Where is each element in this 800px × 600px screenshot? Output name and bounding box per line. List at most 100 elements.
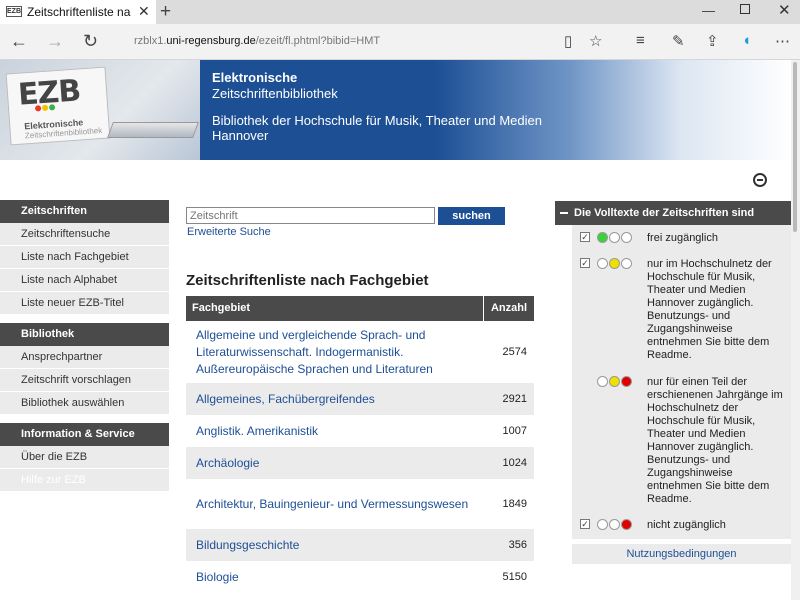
url-prefix: rzblx1.	[134, 35, 167, 47]
url-field[interactable]: rzblx1.uni-regensburg.de/ezeit/fl.phtml?…	[134, 35, 380, 47]
refresh-icon[interactable]: ↻	[83, 31, 98, 52]
collapse-icon[interactable]	[753, 173, 767, 187]
legend-partial: nur für einen Teil der erschienenen Jahr…	[647, 376, 783, 505]
sidebar-item-hilfe[interactable]: Hilfe zur EZB	[0, 469, 169, 492]
sidebar-nav: Zeitschriften Zeitschriftensuche Liste n…	[0, 200, 169, 492]
back-icon[interactable]: ←	[10, 31, 28, 52]
light-off	[597, 519, 608, 530]
sidebar-item-neue-titel[interactable]: Liste neuer EZB-Titel	[0, 292, 169, 315]
table-row: Bildungsgeschichte 356	[186, 529, 534, 561]
tab-close-icon[interactable]: ✕	[138, 3, 150, 20]
maximize-icon[interactable]	[740, 4, 750, 14]
subject-link[interactable]: Archäologie	[186, 455, 484, 472]
legend-panel: ✓ frei zugänglich ✓ nur im Hochschulnetz…	[572, 225, 791, 539]
light-off	[597, 258, 608, 269]
subject-link[interactable]: Architektur, Bauingenieur- und Vermessun…	[186, 496, 484, 513]
subject-count: 2921	[502, 393, 527, 405]
light-off	[621, 232, 632, 243]
tab-title: Zeitschriftenliste nach F	[27, 5, 131, 19]
table-row: Biologie 5150	[186, 561, 534, 593]
ezb-logo[interactable]: EZB Elektronische Zeitschriftenbibliothe…	[5, 66, 111, 146]
web-note-icon[interactable]: ✎	[672, 32, 685, 50]
library-name: Bibliothek der Hochschule für Musik, The…	[212, 113, 542, 143]
subject-table: Fachgebiet Anzahl Allgemeine und verglei…	[186, 296, 534, 593]
legend-none: nicht zugänglich	[647, 519, 726, 531]
traffic-light-partial	[597, 374, 633, 392]
subject-count: 1024	[502, 457, 527, 469]
url-path: /ezeit/fl.phtml?bibid=HMT	[255, 35, 381, 47]
filter-checkbox-free[interactable]: ✓	[580, 232, 590, 242]
table-row: Archäologie 1024	[186, 447, 534, 479]
sidebar-heading-information: Information & Service	[0, 423, 169, 446]
subject-count: 2574	[502, 346, 527, 358]
subject-count: 1007	[502, 425, 527, 437]
table-row: Architektur, Bauingenieur- und Vermessun…	[186, 479, 534, 529]
sidebar-item-ansprechpartner[interactable]: Ansprechpartner	[0, 346, 169, 369]
logo-dots	[34, 97, 56, 116]
banner-subtitle: Zeitschriftenbibliothek	[212, 86, 338, 101]
sidebar-item-zeitschriftensuche[interactable]: Zeitschriftensuche	[0, 223, 169, 246]
sidebar-heading-bibliothek: Bibliothek	[0, 323, 169, 346]
filter-checkbox-none[interactable]: ✓	[580, 519, 590, 529]
scroll-thumb[interactable]	[793, 62, 797, 232]
light-off	[609, 232, 620, 243]
sidebar-item-bibliothek-auswaehlen[interactable]: Bibliothek auswählen	[0, 392, 169, 415]
table-row: Allgemeine und vergleichende Sprach- und…	[186, 321, 534, 383]
subject-count: 1849	[502, 498, 527, 510]
new-tab-icon[interactable]: +	[160, 1, 171, 23]
address-bar: ← → ↻ rzblx1.uni-regensburg.de/ezeit/fl.…	[0, 24, 800, 60]
url-domain: uni-regensburg.de	[166, 35, 256, 47]
favicon-icon: EZB	[6, 6, 22, 17]
light-yellow	[609, 376, 620, 387]
extension-icon[interactable]: ◖	[742, 32, 751, 49]
sidebar-heading-zeitschriften: Zeitschriften	[0, 200, 169, 223]
advanced-search-link[interactable]: Erweiterte Suche	[187, 226, 271, 238]
hub-icon[interactable]: ≡	[636, 32, 645, 49]
light-green	[597, 232, 608, 243]
page-title: Zeitschriftenliste nach Fachgebiet	[186, 272, 429, 289]
light-red	[621, 519, 632, 530]
banner-title: Elektronische	[212, 70, 298, 85]
sidebar-item-liste-alphabet[interactable]: Liste nach Alphabet	[0, 269, 169, 292]
sidebar-item-ueber-ezb[interactable]: Über die EZB	[0, 446, 169, 469]
subject-count: 5150	[502, 571, 527, 583]
legend-campus: nur im Hochschulnetz der Hochschule für …	[647, 258, 772, 361]
reading-view-icon[interactable]: ▯	[564, 32, 572, 50]
light-off	[609, 519, 620, 530]
legend-heading: Die Volltexte der Zeitschriften sind	[574, 207, 755, 219]
forward-icon[interactable]: →	[46, 31, 64, 52]
share-icon[interactable]: ⇪	[706, 32, 719, 50]
sidebar-item-zeitschrift-vorschlagen[interactable]: Zeitschrift vorschlagen	[0, 369, 169, 392]
scrollbar[interactable]	[791, 60, 800, 600]
minimize-icon[interactable]: —	[702, 3, 715, 18]
search-button[interactable]: suchen	[438, 207, 505, 225]
close-window-icon[interactable]: ✕	[778, 1, 791, 19]
collapse-minus-icon[interactable]	[560, 212, 568, 215]
legend-free: frei zugänglich	[647, 232, 718, 244]
subject-link[interactable]: Anglistik. Amerikanistik	[186, 423, 484, 440]
column-header-fachgebiet: Fachgebiet	[186, 296, 484, 321]
sidebar-item-liste-fachgebiet[interactable]: Liste nach Fachgebiet	[0, 246, 169, 269]
traffic-light-none	[597, 517, 633, 535]
tab-bar: EZB Zeitschriftenliste nach F ✕ + — ✕	[0, 0, 800, 24]
table-row: Allgemeines, Fachübergreifendes 2921	[186, 383, 534, 415]
subject-count: 356	[508, 539, 527, 551]
books-image	[107, 122, 199, 138]
terms-link[interactable]: Nutzungsbedingungen	[572, 544, 791, 564]
light-red	[621, 376, 632, 387]
more-icon[interactable]: ⋯	[775, 32, 790, 50]
favorite-star-icon[interactable]: ☆	[589, 32, 602, 50]
subject-link[interactable]: Biologie	[186, 569, 484, 586]
subject-link[interactable]: Allgemeine und vergleichende Sprach- und…	[186, 327, 484, 378]
filter-checkbox-campus[interactable]: ✓	[580, 258, 590, 268]
column-header-anzahl: Anzahl	[490, 302, 528, 314]
search-input[interactable]	[186, 207, 435, 224]
traffic-light-free	[597, 230, 633, 248]
browser-tab[interactable]: EZB Zeitschriftenliste nach F ✕	[0, 0, 156, 24]
subject-link[interactable]: Allgemeines, Fachübergreifendes	[186, 391, 484, 408]
subject-link[interactable]: Bildungsgeschichte	[186, 537, 484, 554]
legend-header[interactable]: Die Volltexte der Zeitschriften sind	[555, 201, 791, 225]
traffic-light-campus	[597, 256, 633, 274]
